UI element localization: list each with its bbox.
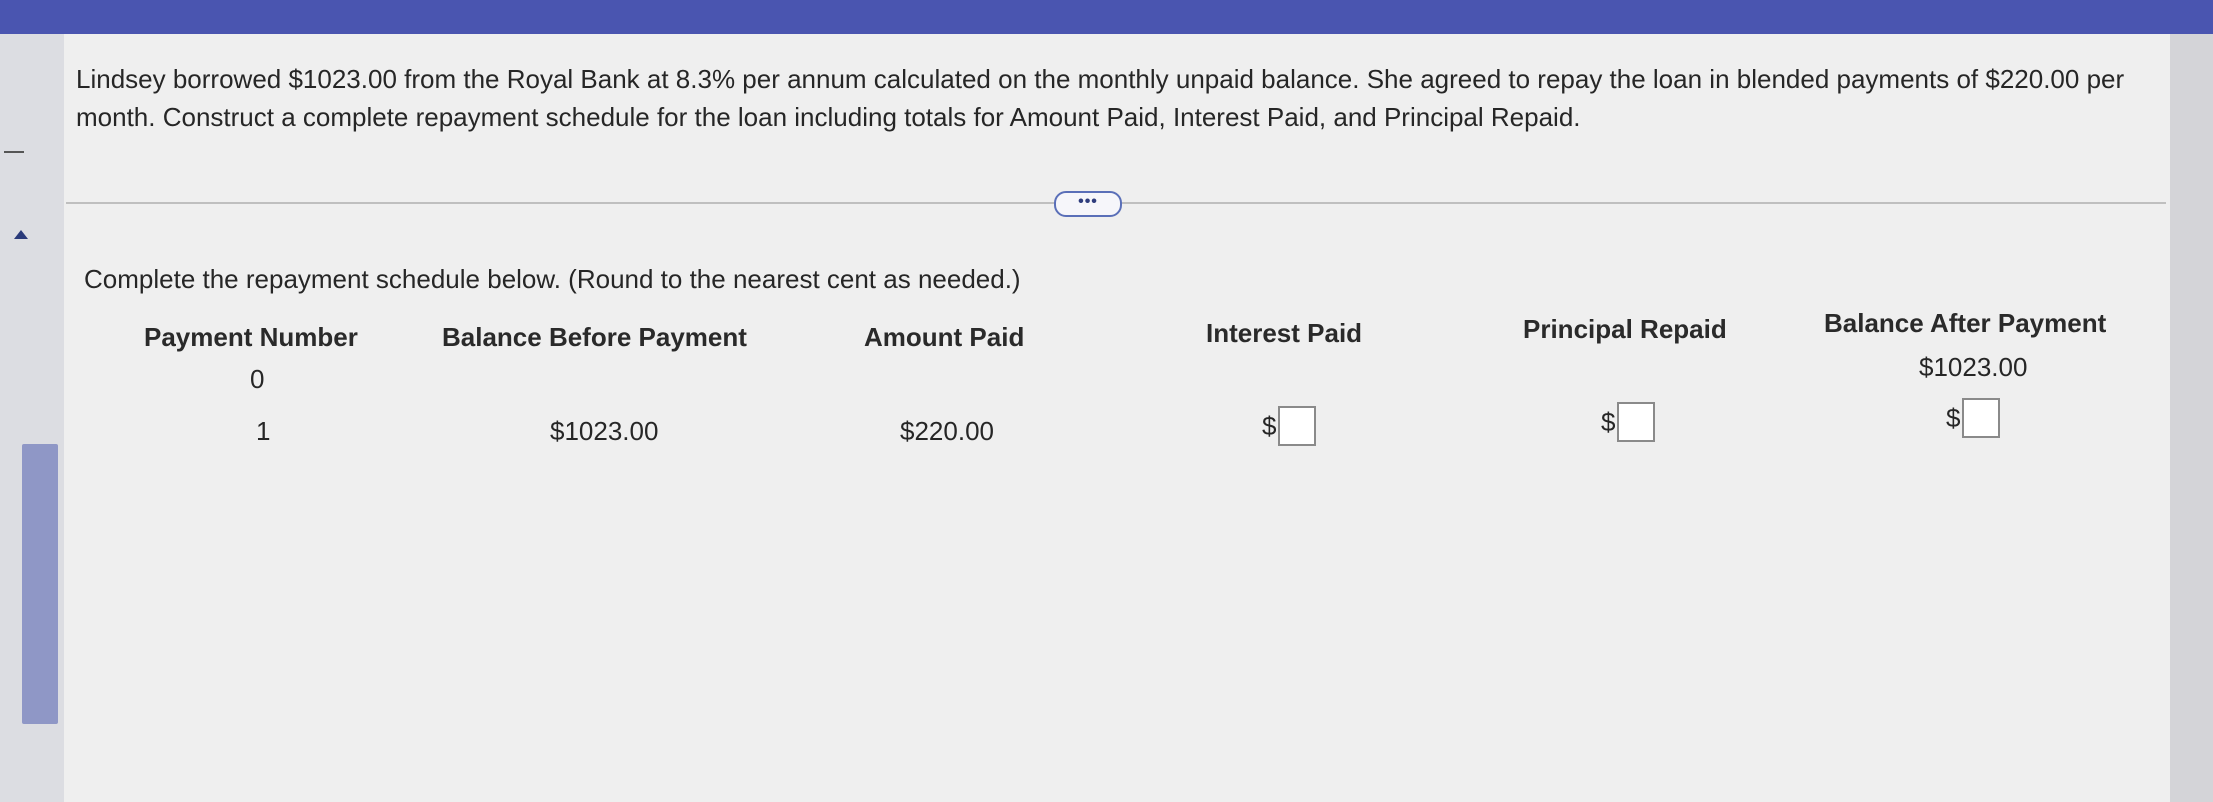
currency-symbol: $ [1601,406,1616,437]
question-text: Lindsey borrowed $1023.00 from the Royal… [76,64,2125,132]
row1-amount-paid: $220.00 [900,416,994,446]
row1-payment-number: 1 [256,416,271,446]
right-edge [2170,34,2213,802]
header-balance-before: Balance Before Payment [442,322,747,352]
header-balance-after: Balance After Payment [1824,308,2107,338]
currency-symbol: $ [1946,402,1961,433]
header-payment-number: Payment Number [144,322,358,352]
row0-payment-number: 0 [250,364,265,394]
principal-repaid-input[interactable] [1617,402,1656,442]
balance-after-input[interactable] [1962,398,2001,438]
row0-balance-after: $1023.00 [1919,352,2028,382]
row1-interest-paid-field: $ [1262,406,1317,446]
header-interest-paid: Interest Paid [1206,318,1363,348]
scrollbar-thumb[interactable] [22,444,58,724]
left-rail [0,34,65,802]
row1-balance-after-field: $ [1946,398,2001,438]
show-more-button[interactable]: ••• [1054,191,1122,217]
instruction-text: Complete the repayment schedule below. (… [84,264,1021,294]
question-panel: Lindsey borrowed $1023.00 from the Royal… [64,34,2170,802]
header-principal-repaid: Principal Repaid [1523,314,1727,344]
row1-principal-repaid-field: $ [1601,402,1656,442]
row1-balance-before: $1023.00 [550,416,659,446]
rail-marker [4,151,24,153]
header-amount-paid: Amount Paid [864,322,1025,352]
currency-symbol: $ [1262,410,1277,441]
scroll-up-arrow-icon[interactable] [14,230,28,239]
top-bar [0,0,2213,34]
interest-paid-input[interactable] [1278,406,1317,446]
